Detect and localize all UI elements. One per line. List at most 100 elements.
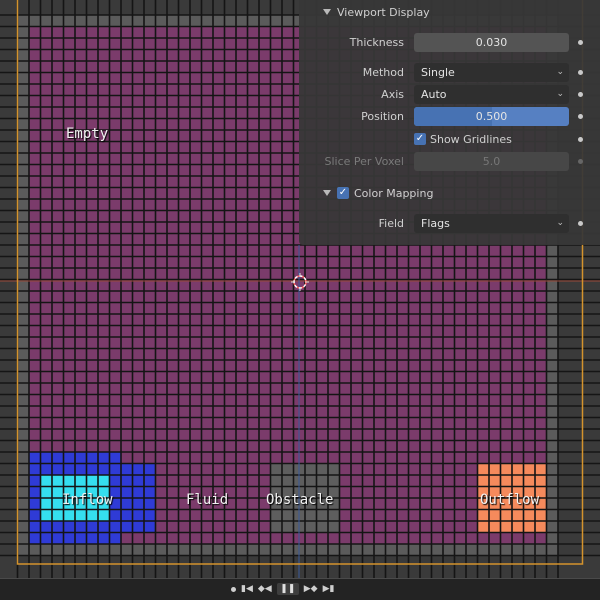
position-value: 0.500 [475, 109, 508, 123]
keyframe-dot-icon[interactable] [578, 39, 583, 45]
voxel-empty [144, 406, 156, 418]
checkmark-icon[interactable]: ✓ [414, 133, 426, 145]
voxel-empty [86, 141, 98, 153]
viewport-display-header[interactable]: Viewport Display [323, 4, 430, 20]
label-inflow: Inflow [62, 492, 113, 508]
voxel-empty [431, 394, 443, 406]
voxel-inflow [52, 532, 64, 544]
voxel-empty [121, 49, 133, 61]
voxel-empty [282, 245, 294, 257]
keyframe-dot-icon[interactable] [578, 91, 583, 97]
voxel-empty [305, 360, 317, 372]
voxel-empty [121, 84, 133, 96]
voxel-empty [466, 486, 478, 498]
voxel-empty [247, 95, 259, 107]
3d-cursor-icon[interactable] [290, 272, 310, 292]
voxel-empty [29, 84, 41, 96]
voxel-empty [155, 348, 167, 360]
voxel-empty [339, 486, 351, 498]
voxel-empty [52, 130, 64, 142]
voxel-empty [178, 141, 190, 153]
voxel-empty [535, 337, 547, 349]
voxel-empty [213, 199, 225, 211]
voxel-empty [523, 325, 535, 337]
voxel-empty [132, 417, 144, 429]
voxel-empty [201, 130, 213, 142]
voxel-empty [259, 429, 271, 441]
voxel-empty [362, 348, 374, 360]
voxel-empty [201, 118, 213, 130]
voxel-empty [121, 360, 133, 372]
voxel-empty [63, 38, 75, 50]
voxel-boundary [535, 544, 547, 556]
voxel-empty [121, 394, 133, 406]
position-slider[interactable]: 0.500 [414, 106, 569, 126]
voxel-empty [201, 95, 213, 107]
voxel-empty [259, 256, 271, 268]
keyframe-dot-icon[interactable] [578, 69, 583, 75]
keyframe-dot-icon[interactable] [578, 113, 583, 119]
voxel-empty [75, 199, 87, 211]
voxel-empty [282, 348, 294, 360]
voxel-empty [75, 325, 87, 337]
show-gridlines-checkbox[interactable]: ✓ Show Gridlines [414, 133, 512, 146]
voxel-empty [477, 371, 489, 383]
voxel-empty [489, 325, 501, 337]
voxel-empty [305, 337, 317, 349]
3d-viewport[interactable]: Empty Inflow Fluid Obstacle Outflow View… [0, 0, 600, 578]
step-back-icon[interactable]: ◆◀ [258, 583, 272, 595]
voxel-empty [374, 486, 386, 498]
voxel-empty [351, 256, 363, 268]
voxel-empty [270, 325, 282, 337]
voxel-empty [190, 521, 202, 533]
voxel-empty [86, 84, 98, 96]
voxel-empty [144, 107, 156, 119]
voxel-boundary [17, 61, 29, 73]
voxel-boundary [546, 406, 558, 418]
voxel-empty [98, 199, 110, 211]
collapse-triangle-icon[interactable] [323, 9, 331, 15]
voxel-empty [259, 348, 271, 360]
axis-dropdown[interactable]: Auto ⌄ [414, 84, 569, 104]
voxel-empty [155, 532, 167, 544]
voxel-boundary [546, 532, 558, 544]
voxel-empty [316, 440, 328, 452]
jump-start-icon[interactable]: ▮◀ [241, 583, 253, 595]
record-dot-icon[interactable] [231, 586, 236, 592]
voxel-empty [63, 337, 75, 349]
voxel-empty [408, 406, 420, 418]
voxel-empty [512, 337, 524, 349]
field-dropdown[interactable]: Flags ⌄ [414, 213, 569, 233]
voxel-empty [454, 325, 466, 337]
voxel-empty [224, 360, 236, 372]
thickness-field[interactable]: 0.030 [414, 32, 569, 52]
voxel-empty [132, 256, 144, 268]
voxel-empty [374, 509, 386, 521]
collapse-triangle-icon[interactable] [323, 190, 331, 196]
voxel-empty [362, 337, 374, 349]
voxel-inflow [98, 475, 110, 487]
voxel-empty [351, 509, 363, 521]
voxel-empty [155, 302, 167, 314]
voxel-empty [40, 314, 52, 326]
checkmark-icon[interactable]: ✓ [337, 187, 349, 199]
voxel-empty [75, 187, 87, 199]
voxel-empty [374, 440, 386, 452]
voxel-empty [109, 256, 121, 268]
voxel-empty [270, 360, 282, 372]
voxel-empty [121, 429, 133, 441]
pause-icon[interactable]: ❚❚ [276, 583, 299, 595]
voxel-inflow [63, 532, 75, 544]
keyframe-dot-icon[interactable] [578, 136, 583, 142]
voxel-outflow [500, 475, 512, 487]
keyframe-dot-icon[interactable] [578, 220, 583, 226]
voxel-empty [167, 268, 179, 280]
voxel-empty [109, 107, 121, 119]
step-forward-icon[interactable]: ▶◆ [304, 583, 318, 595]
voxel-empty [500, 337, 512, 349]
voxel-empty [351, 371, 363, 383]
voxel-empty [282, 153, 294, 165]
color-mapping-header[interactable]: ✓ Color Mapping [323, 183, 600, 203]
method-dropdown[interactable]: Single ⌄ [414, 62, 569, 82]
jump-end-icon[interactable]: ▶▮ [323, 583, 335, 595]
